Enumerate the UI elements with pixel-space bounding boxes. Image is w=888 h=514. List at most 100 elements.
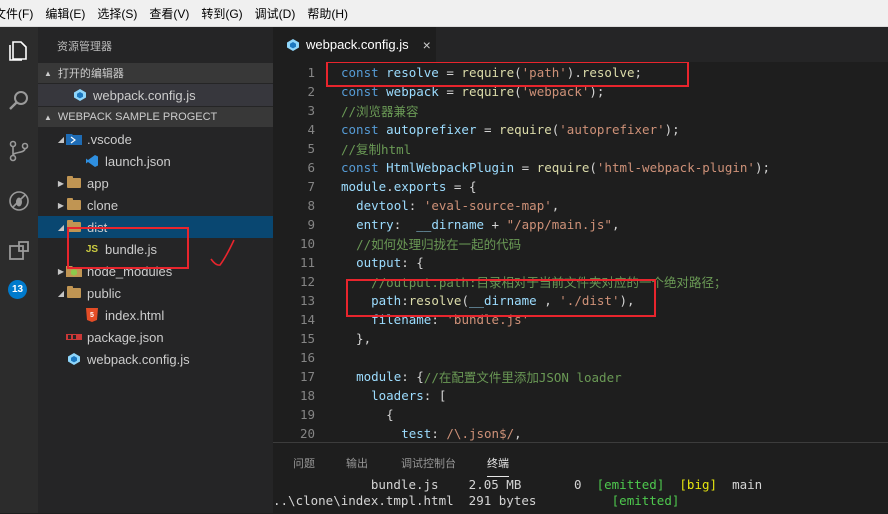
code-token: (	[514, 65, 522, 80]
code-line[interactable]: 3 //浏览器兼容	[273, 101, 888, 120]
code-token: /\.json$/	[446, 426, 515, 441]
chevron-right-icon[interactable]: ▶	[56, 179, 66, 188]
tree-item[interactable]: ▶ clone	[38, 194, 273, 216]
files-icon[interactable]	[3, 35, 35, 67]
tree-item[interactable]: 5 index.html	[38, 304, 273, 326]
vscode-folder-icon	[66, 132, 82, 146]
code-token: 'autoprefixer'	[559, 122, 665, 137]
code-line[interactable]: 13 path: resolve(__dirname , './dist'),	[273, 291, 888, 310]
panel-tab-debug-console[interactable]: 调试控制台	[401, 455, 456, 471]
extensions-badge: 13	[8, 280, 27, 299]
code-line[interactable]: 4 const autoprefixer = require('autoprefi…	[273, 120, 888, 139]
menu-debug[interactable]: 调试(D)	[255, 5, 296, 22]
source-control-icon[interactable]	[3, 135, 35, 167]
code-token: './dist'	[559, 293, 620, 308]
panel-tab-terminal[interactable]: 终端	[487, 455, 509, 477]
tree-item-label: index.html	[105, 307, 165, 323]
line-number: 19	[299, 407, 315, 422]
code-token: :	[431, 312, 447, 327]
line-number: 16	[299, 350, 315, 365]
close-icon[interactable]: ×	[423, 37, 431, 53]
tab-webpack-config[interactable]: webpack.config.js ×	[273, 27, 436, 62]
code-line[interactable]: 14 filename: 'bundle.js'	[273, 310, 888, 329]
code-line[interactable]: 9 entry: __dirname + "/app/main.js",	[273, 215, 888, 234]
code-token: "/app/main.js"	[506, 217, 612, 232]
tree-item-label: node_modules	[87, 263, 173, 279]
code-line[interactable]: 20 test: /\.json$/,	[273, 424, 888, 442]
code-line[interactable]: 7 module. exports = {	[273, 177, 888, 196]
code-line[interactable]: 8 devtool: 'eval-source-map',	[273, 196, 888, 215]
activity-bar: 13	[0, 27, 38, 513]
tree-item-label: dist	[87, 219, 108, 235]
code-line[interactable]: 18 loaders: [	[273, 386, 888, 405]
panel-tab-problems[interactable]: 问题	[293, 455, 315, 471]
terminal-token: main	[717, 477, 763, 492]
line-number: 18	[299, 388, 315, 403]
tree-item[interactable]: ▶ app	[38, 172, 273, 194]
line-number: 12	[299, 274, 315, 289]
line-number: 6	[307, 160, 315, 175]
editor-tabs: webpack.config.js ×	[273, 27, 888, 62]
code-token: //如何处理归拢在一起的代码	[356, 237, 522, 252]
tree-item[interactable]: package.json	[38, 326, 273, 348]
code-token: =	[438, 65, 462, 80]
line-number: 14	[299, 312, 315, 327]
tree-item[interactable]: ◢ .vscode	[38, 128, 273, 150]
code-line[interactable]: 16	[273, 348, 888, 367]
code-line[interactable]: 5 //复制html	[273, 139, 888, 158]
code-line[interactable]: 19 {	[273, 405, 888, 424]
code-line[interactable]: 12 //output.path:目录相对于当前文件夹对应的一个绝对路径；	[273, 272, 888, 291]
chevron-down-icon: ▲	[44, 112, 52, 122]
project-header[interactable]: ▲ WEBPACK SAMPLE PROGECT	[38, 107, 273, 127]
code-line[interactable]: 6 const HtmlWebpackPlugin = require('html…	[273, 158, 888, 177]
code-token: (	[551, 122, 560, 137]
code-editor[interactable]: 1 const resolve = require('path'). resolve…	[273, 62, 888, 442]
code-token: loaders	[371, 388, 424, 403]
chevron-down-icon[interactable]: ◢	[56, 135, 66, 144]
tree-item[interactable]: ◢ dist	[38, 216, 273, 238]
code-line[interactable]: 10 //如何处理归拢在一起的代码	[273, 234, 888, 253]
open-editors-header[interactable]: ▲ 打开的编辑器	[38, 63, 273, 83]
menu-help[interactable]: 帮助(H)	[307, 5, 348, 22]
chevron-down-icon[interactable]: ◢	[56, 289, 66, 298]
code-line[interactable]: 17 module: {//在配置文件里添加JSON loader	[273, 367, 888, 386]
tree-item[interactable]: ◢ public	[38, 282, 273, 304]
menu-view[interactable]: 查看(V)	[149, 5, 189, 22]
search-icon[interactable]	[3, 85, 35, 117]
panel-tab-output[interactable]: 输出	[346, 455, 368, 471]
code-line[interactable]: 2 const webpack = require('webpack');	[273, 82, 888, 101]
line-number: 15	[299, 331, 315, 346]
chevron-down-icon[interactable]: ◢	[56, 223, 66, 232]
line-number: 7	[307, 179, 315, 194]
code-token: : [	[423, 388, 447, 403]
tree-item[interactable]: launch.json	[38, 150, 273, 172]
code-token: =	[438, 84, 462, 99]
line-number: 1	[307, 65, 315, 80]
code-line[interactable]: 1 const resolve = require('path'). resolve…	[273, 63, 888, 82]
terminal-token: [emitted]	[611, 493, 680, 508]
menu-bar: 文件(F) 编辑(E) 选择(S) 查看(V) 转到(G) 调试(D) 帮助(H…	[0, 0, 888, 27]
folder-icon	[66, 176, 82, 190]
tree-item-label: package.json	[87, 329, 164, 345]
debug-icon[interactable]	[3, 185, 35, 217]
open-editor-item[interactable]: webpack.config.js	[38, 84, 273, 106]
terminal-line: bundle.js 2.05 MB 0 [emitted] [big] main	[273, 477, 888, 492]
menu-goto[interactable]: 转到(G)	[201, 5, 242, 22]
code-line[interactable]: 11 output: {	[273, 253, 888, 272]
code-token: :	[431, 426, 447, 441]
code-token: {	[341, 407, 394, 422]
menu-selection[interactable]: 选择(S)	[97, 5, 137, 22]
chevron-right-icon[interactable]: ▶	[56, 267, 66, 276]
menu-edit[interactable]: 编辑(E)	[45, 5, 85, 22]
menu-file[interactable]: 文件(F)	[0, 5, 33, 22]
chevron-right-icon[interactable]: ▶	[56, 201, 66, 210]
code-token: __dirname	[416, 217, 485, 232]
tree-item-label: launch.json	[105, 153, 171, 169]
code-line[interactable]: 15 },	[273, 329, 888, 348]
tree-item[interactable]: webpack.config.js	[38, 348, 273, 370]
extensions-icon[interactable]	[3, 235, 35, 267]
